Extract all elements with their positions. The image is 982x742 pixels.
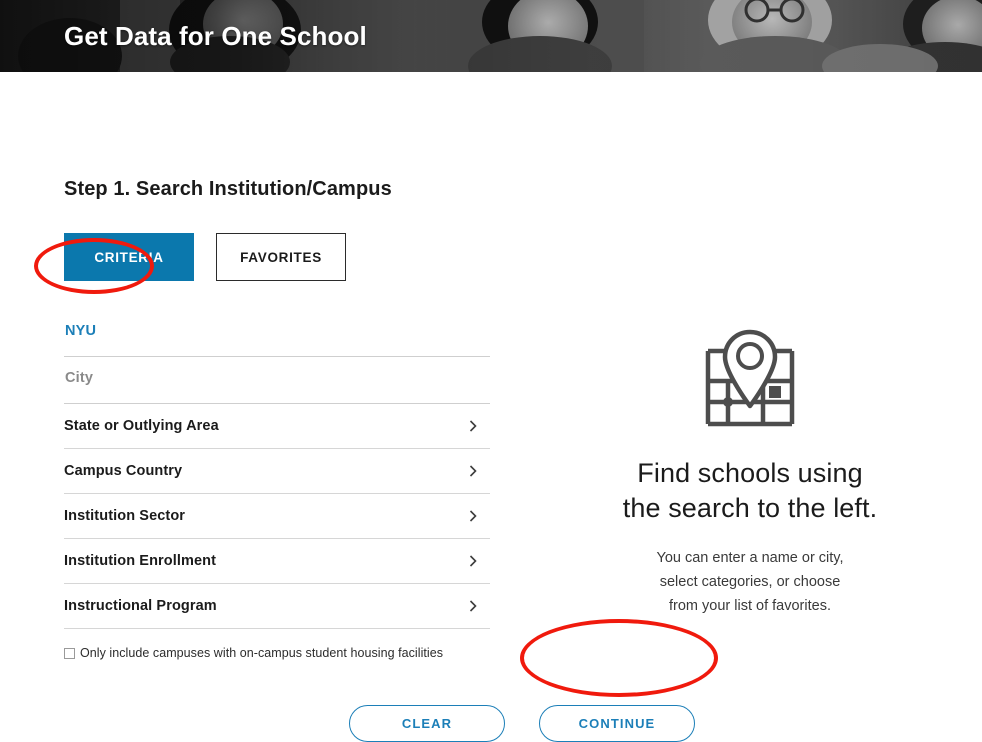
institution-name-value: NYU xyxy=(65,323,97,339)
category-label: Instructional Program xyxy=(64,598,217,614)
category-label: Institution Enrollment xyxy=(64,553,217,569)
category-label: Campus Country xyxy=(64,463,183,479)
chevron-right-icon xyxy=(469,465,477,477)
housing-filter-row[interactable]: Only include campuses with on-campus stu… xyxy=(64,646,443,660)
category-row-instructional-program[interactable]: Instructional Program xyxy=(64,584,490,629)
housing-checkbox[interactable] xyxy=(64,647,75,659)
category-row-state-or-outlying-area[interactable]: State or Outlying Area xyxy=(64,404,490,449)
chevron-right-icon xyxy=(469,510,477,522)
category-row-campus-country[interactable]: Campus Country xyxy=(64,449,490,494)
housing-checkbox-label: Only include campuses with on-campus stu… xyxy=(80,646,444,660)
search-mode-tabs: CRITERIA FAVORITES xyxy=(64,233,346,281)
city-input[interactable]: City xyxy=(64,359,490,404)
chevron-right-icon xyxy=(469,555,477,567)
clear-button[interactable]: CLEAR xyxy=(349,705,505,742)
page-header: Get Data for One School xyxy=(0,0,982,72)
tab-criteria[interactable]: CRITERIA xyxy=(64,233,194,281)
category-label: State or Outlying Area xyxy=(64,418,219,434)
empty-state-heading: Find schools using the search to the lef… xyxy=(622,458,878,523)
continue-button[interactable]: CONTINUE xyxy=(539,705,695,742)
criteria-category-list: State or Outlying Area Campus Country In… xyxy=(64,404,490,629)
chevron-right-icon xyxy=(469,420,477,432)
category-row-institution-enrollment[interactable]: Institution Enrollment xyxy=(64,539,490,584)
institution-name-input[interactable]: NYU xyxy=(64,312,490,357)
main-content: Step 1. Search Institution/Campus CRITER… xyxy=(0,72,982,742)
step-heading: Step 1. Search Institution/Campus xyxy=(64,178,392,200)
map-icon-container xyxy=(560,328,940,432)
city-placeholder: City xyxy=(65,370,94,386)
category-row-institution-sector[interactable]: Institution Sector xyxy=(64,494,490,539)
empty-state-panel: Find schools using the search to the lef… xyxy=(560,328,940,618)
tab-favorites[interactable]: FAVORITES xyxy=(216,233,346,281)
page-title: Get Data for One School xyxy=(64,20,367,51)
map-pin-icon xyxy=(705,329,795,427)
empty-state-body: You can enter a name or city, select cat… xyxy=(656,550,844,614)
category-label: Institution Sector xyxy=(64,508,186,524)
form-actions: CLEAR CONTINUE xyxy=(349,705,695,742)
chevron-right-icon xyxy=(469,600,477,612)
